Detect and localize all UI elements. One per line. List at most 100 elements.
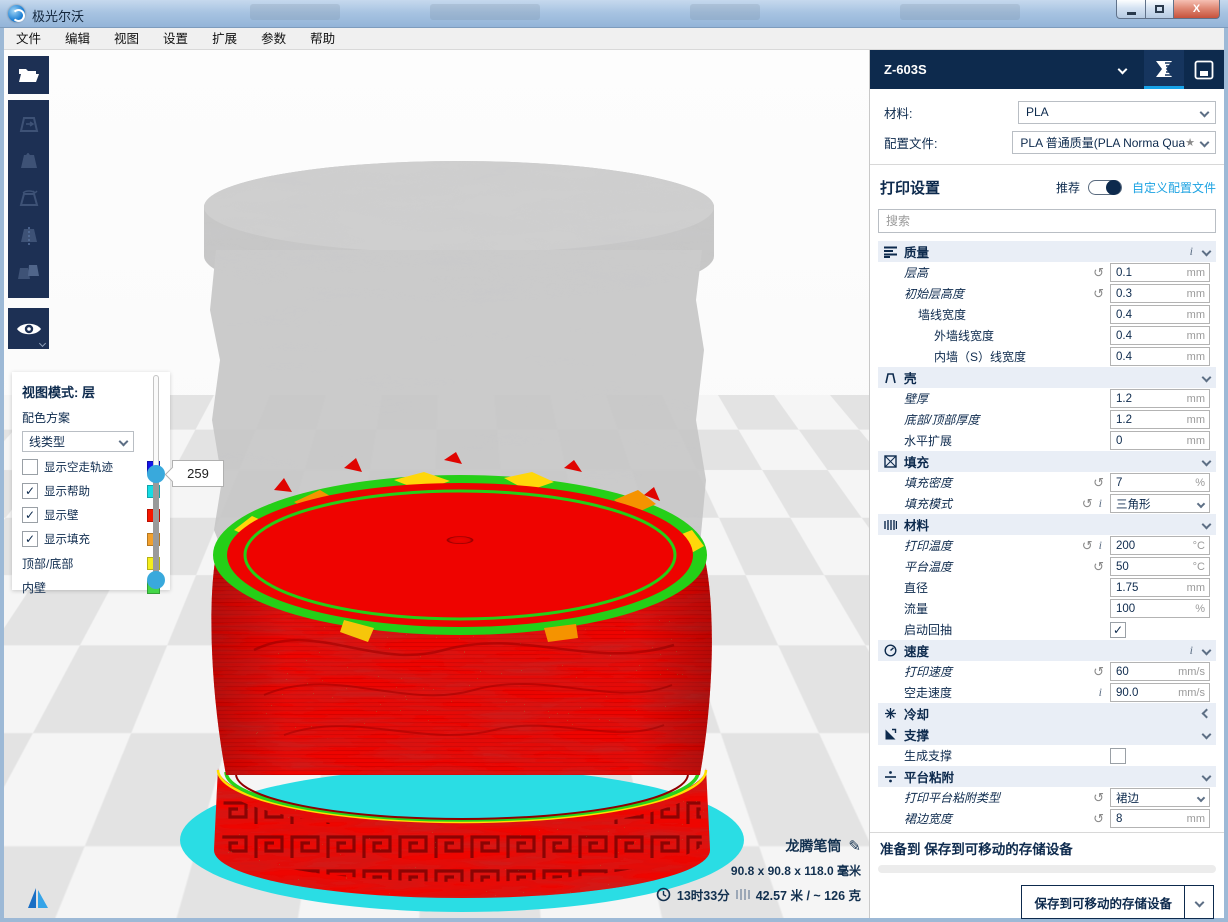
rotate-tool-button[interactable] <box>12 182 46 216</box>
section-quality[interactable]: 质量 i <box>878 241 1216 262</box>
chevron-down-icon <box>1194 897 1204 907</box>
layer-slider-top-handle[interactable] <box>147 465 165 483</box>
generate-support-checkbox[interactable] <box>1110 748 1126 764</box>
section-shell[interactable]: 壳 <box>878 367 1216 388</box>
info-icon[interactable]: i <box>1099 685 1102 700</box>
per-model-settings-button[interactable] <box>12 256 46 290</box>
adhesion-type-select[interactable]: 裙边 <box>1110 788 1210 807</box>
close-button[interactable]: X <box>1174 0 1220 19</box>
material-select[interactable]: PLA <box>1018 101 1216 124</box>
minimize-button[interactable] <box>1116 0 1146 19</box>
rotate-tool-icon <box>18 188 40 210</box>
open-file-button[interactable] <box>12 58 46 92</box>
chevron-down-icon <box>1202 772 1212 782</box>
inner-wall-line-width-input[interactable]: 0.4mm <box>1110 347 1210 366</box>
flow-input[interactable]: 100% <box>1110 599 1210 618</box>
reset-icon[interactable]: ↺ <box>1082 497 1093 510</box>
horizontal-expansion-input[interactable]: 0mm <box>1110 431 1210 450</box>
section-adhesion[interactable]: 平台粘附 <box>878 766 1216 787</box>
settings-search[interactable] <box>878 209 1216 233</box>
layer-slider-track-lower[interactable] <box>153 473 159 581</box>
section-speed[interactable]: 速度 i <box>878 640 1216 661</box>
line-width-input[interactable]: 0.4mm <box>1110 305 1210 324</box>
chevron-down-icon <box>1202 520 1212 530</box>
rename-pencil-icon[interactable]: ✎ <box>848 837 861 855</box>
chevron-down-icon <box>1200 137 1210 147</box>
setting-row-horizontal-expansion: 水平扩展 0mm <box>878 430 1216 451</box>
machine-name: Z-603S <box>884 62 1119 77</box>
menu-parameters[interactable]: 参数 <box>249 28 298 50</box>
initial-layer-height-input[interactable]: 0.3mm <box>1110 284 1210 303</box>
reset-icon[interactable]: ↺ <box>1093 287 1104 300</box>
eye-icon <box>16 321 42 337</box>
setting-row-enable-retraction: 启动回抽 ✓ <box>878 619 1216 640</box>
layer-slider-bottom-handle[interactable] <box>147 571 165 589</box>
printing-temperature-input[interactable]: 200°C <box>1110 536 1210 555</box>
model-status: 龙腾笔筒 ✎ 90.8 x 90.8 x 118.0 毫米 13时33分 42.… <box>656 836 861 904</box>
info-icon[interactable]: i <box>1190 643 1193 658</box>
layer-slider[interactable] <box>152 375 160 587</box>
menu-help[interactable]: 帮助 <box>298 28 347 50</box>
info-icon[interactable]: i <box>1099 538 1102 553</box>
tab-monitor[interactable] <box>1184 50 1224 89</box>
menu-extensions[interactable]: 扩展 <box>200 28 249 50</box>
mirror-tool-button[interactable] <box>12 219 46 253</box>
menu-settings[interactable]: 设置 <box>151 28 200 50</box>
show-infill-checkbox[interactable]: ✓ <box>22 531 38 547</box>
enable-retraction-checkbox[interactable]: ✓ <box>1110 622 1126 638</box>
infill-pattern-select[interactable]: 三角形 <box>1110 494 1210 513</box>
show-travels-checkbox[interactable] <box>22 459 38 475</box>
reset-icon[interactable]: ↺ <box>1093 665 1104 678</box>
info-icon[interactable]: i <box>1190 244 1193 259</box>
show-shell-label: 显示壁 <box>44 507 147 523</box>
reset-icon[interactable]: ↺ <box>1093 560 1104 573</box>
profile-select[interactable]: PLA 普通质量(PLA Norma Qua ★ <box>1012 131 1216 154</box>
move-tool-button[interactable] <box>12 108 46 142</box>
custom-profile-link[interactable]: 自定义配置文件 <box>1132 179 1216 196</box>
color-scheme-select[interactable]: 线类型 <box>22 431 134 452</box>
maximize-button[interactable] <box>1146 0 1174 19</box>
reset-icon[interactable]: ↺ <box>1093 476 1104 489</box>
save-options-chevron[interactable] <box>1184 886 1213 918</box>
section-support[interactable]: 支撑 <box>878 724 1216 745</box>
machine-chevron-down-icon <box>1118 65 1128 75</box>
tab-print-setup[interactable] <box>1144 50 1184 89</box>
print-speed-input[interactable]: 60mm/s <box>1110 662 1210 681</box>
viewport-3d[interactable]: 视图模式: 层 配色方案 线类型 显示空走轨迹 ✓ 显示帮助 ✓ <box>4 50 869 918</box>
skirt-width-input[interactable]: 8mm <box>1110 809 1210 828</box>
travel-speed-input[interactable]: 90.0mm/s <box>1110 683 1210 702</box>
infill-density-input[interactable]: 7% <box>1110 473 1210 492</box>
top-bottom-thickness-input[interactable]: 1.2mm <box>1110 410 1210 429</box>
section-cooling[interactable]: 冷却 <box>878 703 1216 724</box>
section-infill[interactable]: 填充 <box>878 451 1216 472</box>
layer-height-input[interactable]: 0.1mm <box>1110 263 1210 282</box>
menu-view[interactable]: 视图 <box>102 28 151 50</box>
setting-row-outer-wall-line-width: 外墙线宽度 0.4mm <box>878 325 1216 346</box>
settings-search-input[interactable] <box>879 214 1215 228</box>
model-3d-view[interactable] <box>144 150 784 918</box>
slicer-layers-icon <box>1154 59 1174 81</box>
menu-file[interactable]: 文件 <box>4 28 53 50</box>
show-shell-checkbox[interactable]: ✓ <box>22 507 38 523</box>
save-to-removable-drive-button[interactable]: 保存到可移动的存储设备 <box>1021 885 1214 919</box>
titlebar[interactable]: 极光尔沃 X <box>0 0 1228 28</box>
setting-row-diameter: 直径 1.75mm <box>878 577 1216 598</box>
menu-edit[interactable]: 编辑 <box>53 28 102 50</box>
info-icon[interactable]: i <box>1099 496 1102 511</box>
diameter-input[interactable]: 1.75mm <box>1110 578 1210 597</box>
reset-icon[interactable]: ↺ <box>1093 812 1104 825</box>
reset-icon[interactable]: ↺ <box>1093 791 1104 804</box>
outer-wall-line-width-input[interactable]: 0.4mm <box>1110 326 1210 345</box>
reset-icon[interactable]: ↺ <box>1082 539 1093 552</box>
machine-header[interactable]: Z-603S <box>870 50 1224 89</box>
layer-slider-track-upper[interactable] <box>153 375 159 475</box>
scale-tool-button[interactable] <box>12 145 46 179</box>
bed-temperature-input[interactable]: 50°C <box>1110 557 1210 576</box>
chevron-down-icon <box>119 437 129 447</box>
wall-thickness-input[interactable]: 1.2mm <box>1110 389 1210 408</box>
reset-icon[interactable]: ↺ <box>1093 266 1104 279</box>
recommended-custom-toggle[interactable] <box>1088 180 1122 195</box>
show-helpers-checkbox[interactable]: ✓ <box>22 483 38 499</box>
view-mode-title: 视图模式: 层 <box>22 382 160 401</box>
section-material[interactable]: 材料 <box>878 514 1216 535</box>
